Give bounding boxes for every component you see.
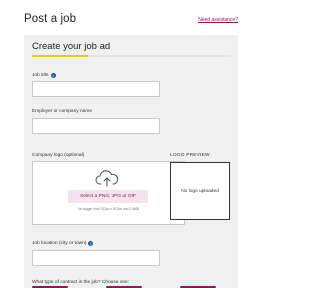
help-link[interactable]: Need assistance? [198,17,238,23]
job-location-label: Job location (city or town) i [32,241,94,246]
job-title-label-text: Job title [32,73,49,78]
logo-size-hint: No bigger than 512px x 512px and 2.5MB [78,207,139,211]
logo-preview-box: No logo uploaded [170,162,230,220]
job-location-label-text: Job location (city or town) [32,241,87,246]
cloud-upload-icon [95,170,119,187]
logo-preview-label: LOGO PREVIEW [170,153,210,158]
job-title-input[interactable] [32,81,160,97]
job-form-panel: Create your job ad Job title i Employer … [24,35,238,288]
job-location-input[interactable] [32,250,160,266]
contract-type-label: What type of contract is the job? Choose… [32,280,130,285]
form-heading: Create your job ad [32,41,111,52]
info-icon[interactable]: i [50,73,56,78]
heading-accent-bar [32,55,88,57]
select-logo-button[interactable]: Select a PNG, JPG or GIF [68,190,148,203]
logo-upload-dropzone[interactable]: Select a PNG, JPG or GIF No bigger than … [32,161,185,225]
company-logo-label: Company logo (optional) [32,153,85,158]
heading-divider [32,55,231,57]
employer-input[interactable] [32,118,160,134]
page-title: Post a job [24,13,77,25]
info-icon[interactable]: i [88,241,94,246]
job-title-label: Job title i [32,73,56,78]
no-logo-text: No logo uploaded [181,188,219,194]
employer-label: Employer or company name [32,109,92,114]
